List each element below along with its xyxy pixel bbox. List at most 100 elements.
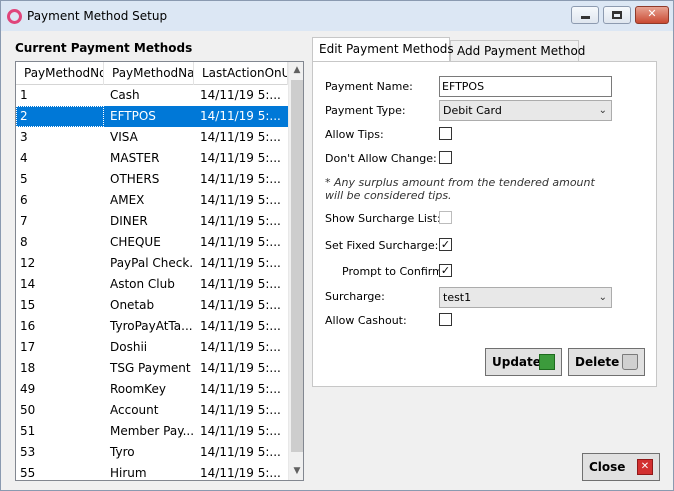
table-row[interactable]: 16 TyroPayAtTa... 14/11/19 5:...: [16, 316, 288, 337]
minimize-icon: [580, 16, 590, 19]
set-fixed-surcharge-label: Set Fixed Surcharge:: [325, 239, 439, 252]
table-cell: 50: [20, 403, 36, 417]
table-cell: 55: [20, 466, 36, 480]
payment-type-select[interactable]: Debit Card ⌄: [439, 100, 612, 121]
table-row[interactable]: 2 EFTPOS 14/11/19 5:...: [16, 106, 288, 127]
table-cell: 14/11/19 5:...: [200, 172, 281, 186]
payment-methods-grid[interactable]: PayMethodNo PayMethodNan LastActionOnU 1…: [15, 61, 304, 481]
column-header-paymethodname[interactable]: PayMethodNan: [104, 62, 194, 85]
table-cell: 14/11/19 5:...: [200, 151, 281, 165]
trash-icon: [622, 354, 638, 370]
payment-type-value: Debit Card: [443, 104, 502, 117]
table-cell: Aston Club: [110, 277, 175, 291]
table-cell: 14/11/19 5:...: [200, 298, 281, 312]
close-button[interactable]: Close ✕: [582, 453, 660, 481]
payment-name-input[interactable]: EFTPOS: [439, 76, 612, 97]
title-bar: Payment Method Setup ✕: [1, 1, 673, 31]
table-cell: Account: [110, 403, 159, 417]
prompt-to-confirm-checkbox[interactable]: ✓: [439, 264, 452, 277]
scroll-down-icon[interactable]: ▼: [289, 463, 303, 480]
table-row[interactable]: 49 RoomKey 14/11/19 5:...: [16, 379, 288, 400]
grid-vertical-scrollbar[interactable]: ▲ ▼: [288, 62, 303, 480]
payment-type-label: Payment Type:: [325, 104, 406, 117]
table-cell: TSG Payment: [110, 361, 191, 375]
show-surcharge-list-checkbox[interactable]: [439, 211, 452, 224]
table-cell: Cash: [110, 88, 140, 102]
table-cell: 14/11/19 5:...: [200, 193, 281, 207]
allow-tips-checkbox[interactable]: [439, 127, 452, 140]
table-row[interactable]: 4 MASTER 14/11/19 5:...: [16, 148, 288, 169]
dont-allow-change-checkbox[interactable]: [439, 151, 452, 164]
table-cell: OTHERS: [110, 172, 160, 186]
table-row[interactable]: 53 Tyro 14/11/19 5:...: [16, 442, 288, 463]
column-header-paymethodno[interactable]: PayMethodNo: [16, 62, 104, 85]
table-cell: 17: [20, 340, 36, 354]
table-row[interactable]: 12 PayPal Check... 14/11/19 5:...: [16, 253, 288, 274]
table-row[interactable]: 50 Account 14/11/19 5:...: [16, 400, 288, 421]
delete-button-label: Delete: [575, 355, 620, 369]
set-fixed-surcharge-checkbox[interactable]: ✓: [439, 238, 452, 251]
table-cell: VISA: [110, 130, 138, 144]
table-cell: 14/11/19 5:...: [200, 340, 281, 354]
table-row[interactable]: 18 TSG Payment 14/11/19 5:...: [16, 358, 288, 379]
table-cell: CHEQUE: [110, 235, 161, 249]
edit-payment-panel: Payment Name: EFTPOS Payment Type: Debit…: [312, 61, 657, 387]
grid-header: PayMethodNo PayMethodNan LastActionOnU: [16, 62, 288, 85]
minimize-button[interactable]: [571, 6, 599, 24]
table-cell: 14/11/19 5:...: [200, 445, 281, 459]
refresh-icon: [539, 354, 555, 370]
current-payment-methods-title: Current Payment Methods: [15, 41, 193, 55]
table-cell: 14/11/19 5:...: [200, 130, 281, 144]
prompt-to-confirm-label: Prompt to Confirm: [342, 265, 443, 278]
table-cell: TyroPayAtTa...: [110, 319, 193, 333]
table-row[interactable]: 3 VISA 14/11/19 5:...: [16, 127, 288, 148]
table-row[interactable]: 17 Doshii 14/11/19 5:...: [16, 337, 288, 358]
grid-rows: 1 Cash 14/11/19 5:... 2 EFTPOS 14/11/19 5:...…: [16, 85, 288, 480]
window-title: Payment Method Setup: [27, 9, 168, 23]
tab-edit-payment-methods[interactable]: Edit Payment Methods: [312, 37, 454, 61]
scroll-thumb[interactable]: [291, 80, 303, 452]
surcharge-select[interactable]: test1 ⌄: [439, 287, 612, 308]
chevron-down-icon: ⌄: [598, 292, 607, 303]
table-cell: 4: [20, 151, 28, 165]
table-cell: DINER: [110, 214, 148, 228]
table-row[interactable]: 6 AMEX 14/11/19 5:...: [16, 190, 288, 211]
table-cell: 14/11/19 5:...: [200, 466, 281, 480]
table-cell: 51: [20, 424, 36, 438]
table-cell: RoomKey: [110, 382, 166, 396]
payment-name-label: Payment Name:: [325, 80, 413, 93]
table-cell: EFTPOS: [110, 109, 156, 123]
delete-button[interactable]: Delete: [568, 348, 645, 376]
table-cell: Onetab: [110, 298, 155, 312]
table-row[interactable]: 8 CHEQUE 14/11/19 5:...: [16, 232, 288, 253]
table-cell: 14/11/19 5:...: [200, 214, 281, 228]
table-cell: 14/11/19 5:...: [200, 382, 281, 396]
payment-method-window: Payment Method Setup ✕ Current Payment M…: [0, 0, 674, 491]
allow-cashout-checkbox[interactable]: [439, 313, 452, 326]
dont-allow-change-label: Don't Allow Change:: [325, 152, 437, 165]
table-cell: 14/11/19 5:...: [200, 424, 281, 438]
table-cell: 6: [20, 193, 28, 207]
maximize-button[interactable]: [603, 6, 631, 24]
table-cell: PayPal Check...: [110, 256, 194, 270]
table-row[interactable]: 5 OTHERS 14/11/19 5:...: [16, 169, 288, 190]
table-cell: 49: [20, 382, 36, 396]
maximize-icon: [612, 11, 622, 19]
column-header-lastactionon[interactable]: LastActionOnU: [194, 62, 288, 85]
table-cell: 14/11/19 5:...: [200, 235, 281, 249]
update-button[interactable]: Update: [485, 348, 562, 376]
table-row[interactable]: 55 Hirum 14/11/19 5:...: [16, 463, 288, 480]
table-row[interactable]: 14 Aston Club 14/11/19 5:...: [16, 274, 288, 295]
close-button-label: Close: [589, 460, 626, 474]
tips-note: * Any surplus amount from the tendered a…: [325, 176, 595, 202]
table-row[interactable]: 15 Onetab 14/11/19 5:...: [16, 295, 288, 316]
window-close-button[interactable]: ✕: [635, 6, 669, 24]
tab-add-payment-method[interactable]: Add Payment Method: [450, 40, 585, 62]
table-row[interactable]: 1 Cash 14/11/19 5:...: [16, 85, 288, 106]
table-cell: 14/11/19 5:...: [200, 88, 281, 102]
table-row[interactable]: 51 Member Pay... 14/11/19 5:...: [16, 421, 288, 442]
scroll-up-icon[interactable]: ▲: [289, 62, 303, 79]
table-cell: 14/11/19 5:...: [200, 256, 281, 270]
table-row[interactable]: 7 DINER 14/11/19 5:...: [16, 211, 288, 232]
table-cell: 14/11/19 5:...: [200, 319, 281, 333]
